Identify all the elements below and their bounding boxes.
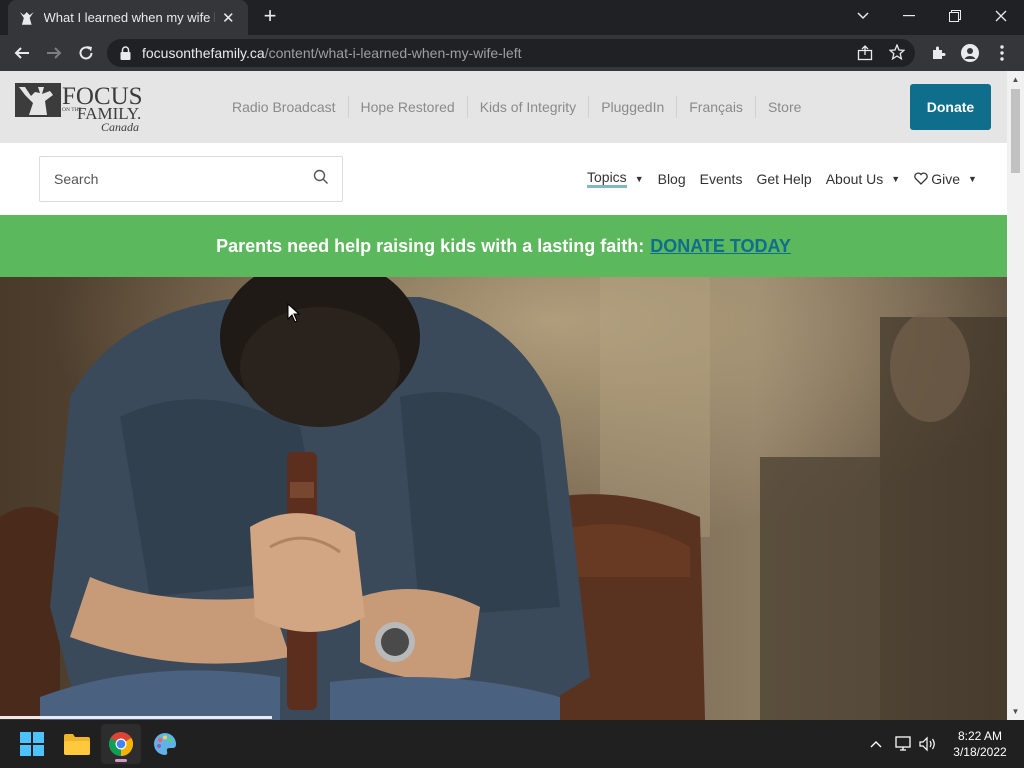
share-icon[interactable] — [857, 45, 873, 66]
url-path: /content/what-i-learned-when-my-wife-lef… — [264, 45, 522, 61]
caret-down-icon: ▼ — [968, 173, 977, 184]
windows-start-button[interactable] — [12, 724, 52, 764]
browser-menu-icon[interactable] — [988, 39, 1016, 67]
hero-image — [0, 277, 1007, 720]
nav-item-about-us[interactable]: About Us ▼ — [826, 171, 901, 187]
browser-tab[interactable]: What I learned when my wife left ✕ — [8, 0, 248, 35]
search-input[interactable] — [54, 168, 294, 190]
page-viewport: FOCUS ON THE FAMILY. Canada Radio Broadc… — [0, 71, 1007, 720]
nav-label: About Us — [825, 170, 884, 187]
top-link-store[interactable]: Store — [754, 96, 813, 118]
scroll-up-icon[interactable]: ▲ — [1011, 75, 1020, 84]
clock-time: 8:22 AM — [957, 729, 1003, 743]
top-link-kids-of-integrity[interactable]: Kids of Integrity — [466, 96, 589, 118]
chrome-taskbar-button[interactable] — [101, 724, 141, 764]
address-bar[interactable]: focusonthefamily.ca/content/what-i-learn… — [107, 39, 915, 67]
nav-label: Get Help — [756, 170, 812, 187]
active-app-indicator — [115, 759, 127, 762]
bookmark-star-icon[interactable] — [888, 43, 906, 65]
file-explorer-button[interactable] — [57, 724, 97, 764]
back-button[interactable] — [8, 39, 36, 67]
nav-item-topics[interactable]: Topics ▼ — [587, 169, 644, 188]
donate-today-link[interactable]: DONATE TODAY — [650, 236, 791, 257]
folder-icon — [64, 734, 90, 755]
url-host: focusonthefamily.ca — [142, 45, 265, 61]
taskbar-clock[interactable]: 8:22 AM 3/18/2022 — [940, 728, 1020, 760]
browser-toolbar: focusonthefamily.ca/content/what-i-learn… — [0, 35, 1024, 71]
nav-item-blog[interactable]: Blog — [658, 171, 686, 187]
url-text: focusonthefamily.ca/content/what-i-learn… — [142, 45, 521, 61]
site-top-bar: FOCUS ON THE FAMILY. Canada Radio Broadc… — [0, 71, 1007, 143]
donate-button[interactable]: Donate — [910, 84, 991, 130]
logo-emblem-icon: FOCUS ON THE FAMILY. Canada — [15, 83, 143, 134]
top-utility-links: Radio Broadcast Hope Restored Kids of In… — [220, 93, 813, 121]
clock-date: 3/18/2022 — [953, 745, 1007, 759]
search-box — [39, 156, 343, 202]
promo-text: Parents need help raising kids with a la… — [216, 235, 645, 256]
extensions-icon[interactable] — [924, 39, 952, 67]
page-scrollbar[interactable]: ▲ ▼ — [1007, 71, 1024, 720]
mouse-cursor-icon — [287, 303, 301, 323]
tab-search-icon[interactable] — [840, 0, 886, 32]
svg-text:Canada: Canada — [101, 120, 139, 133]
scroll-down-icon[interactable]: ▼ — [1011, 707, 1020, 716]
nav-links: Topics ▼ Blog Events Get Help About Us ▼… — [580, 169, 984, 188]
tab-close-icon[interactable]: ✕ — [219, 9, 238, 27]
reload-button[interactable] — [72, 39, 100, 67]
nav-item-get-help[interactable]: Get Help — [756, 171, 811, 187]
nav-label: Blog — [657, 170, 686, 187]
promo-banner: Parents need help raising kids with a la… — [0, 215, 1007, 277]
reload-icon — [79, 46, 93, 60]
focus-family-favicon-icon — [18, 8, 36, 27]
windows-taskbar: 8:22 AM 3/18/2022 — [0, 720, 1024, 768]
profile-avatar-icon[interactable] — [956, 39, 984, 67]
top-link-hope-restored[interactable]: Hope Restored — [347, 96, 467, 118]
forward-button[interactable] — [40, 39, 68, 67]
nav-label: Topics — [587, 169, 627, 188]
chrome-icon — [109, 732, 133, 756]
browser-tabstrip: What I learned when my wife left ✕ + — [0, 0, 1024, 35]
restore-button[interactable] — [932, 0, 978, 32]
caret-down-icon: ▼ — [891, 173, 901, 184]
network-icon[interactable] — [893, 720, 915, 768]
main-navigation: Topics ▼ Blog Events Get Help About Us ▼… — [0, 143, 1007, 215]
search-icon[interactable] — [313, 169, 329, 185]
top-link-pluggedin[interactable]: PluggedIn — [588, 96, 676, 118]
show-hidden-icons-chevron[interactable] — [866, 720, 886, 768]
scrollbar-thumb[interactable] — [1011, 89, 1020, 173]
top-link-radio-broadcast[interactable]: Radio Broadcast — [220, 96, 348, 118]
nav-item-give[interactable]: Give ▼ — [914, 171, 977, 187]
back-arrow-icon — [14, 47, 29, 59]
caret-down-icon: ▼ — [634, 173, 644, 184]
focus-on-the-family-logo[interactable]: FOCUS ON THE FAMILY. Canada — [15, 81, 150, 134]
heart-icon — [914, 172, 928, 185]
windows-logo-icon — [20, 732, 44, 756]
tab-title: What I learned when my wife left — [43, 10, 215, 25]
nav-label: Events — [699, 170, 743, 187]
forward-arrow-icon — [47, 47, 62, 59]
paint-taskbar-button[interactable] — [145, 724, 185, 764]
man-praying-photo — [0, 277, 1007, 720]
new-tab-button[interactable]: + — [258, 5, 282, 29]
nav-item-events[interactable]: Events — [700, 171, 743, 187]
page-load-progress — [0, 716, 272, 719]
minimize-button[interactable] — [886, 0, 932, 32]
paint-palette-icon — [154, 733, 176, 755]
lock-icon — [120, 46, 131, 60]
close-window-button[interactable] — [978, 0, 1024, 32]
volume-icon[interactable] — [917, 720, 939, 768]
top-link-francais[interactable]: Français — [676, 96, 755, 118]
nav-label: Give — [931, 170, 961, 187]
